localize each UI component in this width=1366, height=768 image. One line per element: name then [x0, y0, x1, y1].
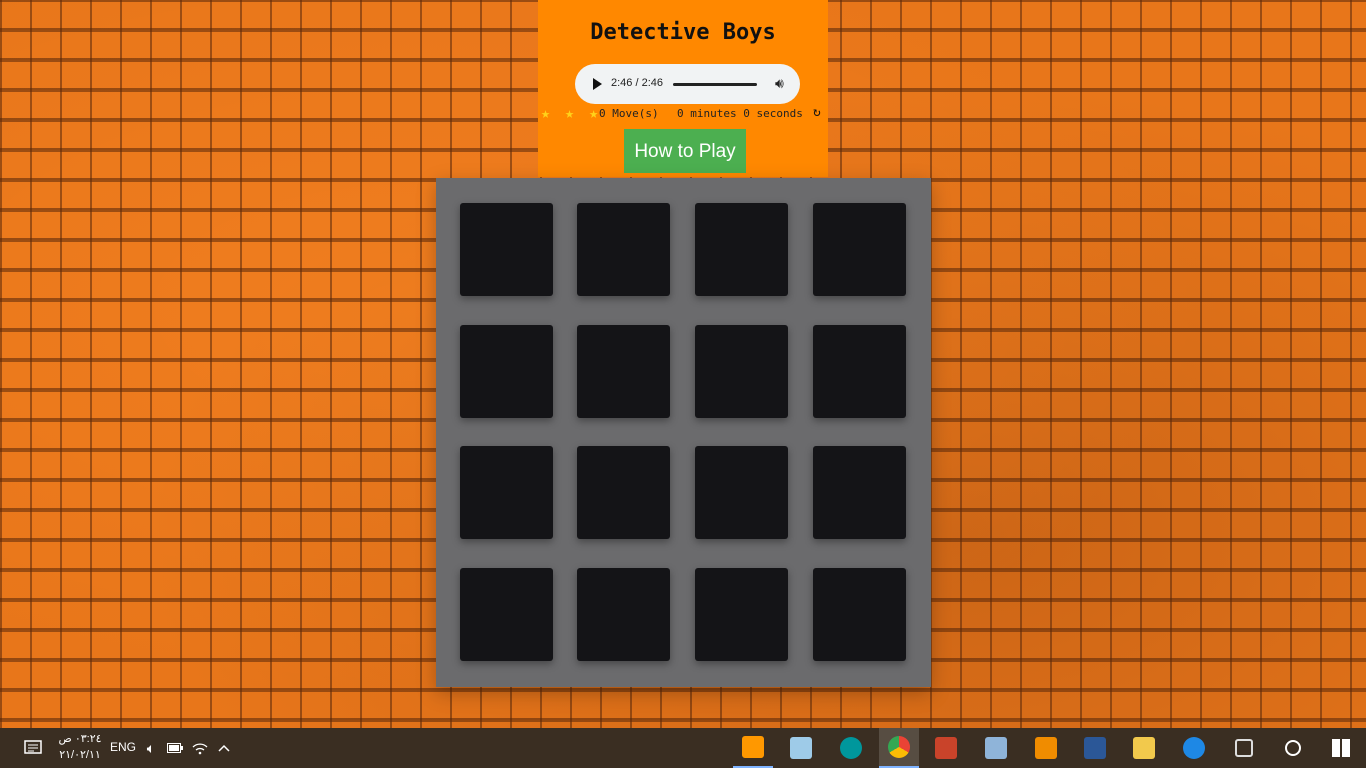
game-timer: 0 minutes 0 seconds	[677, 107, 803, 120]
play-icon[interactable]	[593, 78, 602, 90]
card-board	[436, 178, 931, 687]
memory-card[interactable]	[460, 568, 553, 661]
memory-card[interactable]	[460, 446, 553, 539]
word-icon[interactable]	[1075, 728, 1115, 768]
paint-glyph	[985, 737, 1007, 759]
memory-card[interactable]	[813, 325, 906, 418]
clock-date: ٢١/٠٢/١١	[59, 749, 101, 761]
paint-icon[interactable]	[976, 728, 1016, 768]
star-rating: ★ ★ ★	[541, 104, 602, 122]
move-counter: 0 Move(s)	[599, 107, 659, 120]
vlc-icon[interactable]	[1026, 728, 1066, 768]
restart-icon[interactable]: ↻	[813, 105, 821, 120]
wifi-icon[interactable]	[190, 728, 210, 768]
arduino-glyph	[840, 737, 862, 759]
memory-card[interactable]	[695, 325, 788, 418]
memory-card[interactable]	[695, 568, 788, 661]
memory-card[interactable]	[695, 446, 788, 539]
search-icon[interactable]	[1273, 728, 1313, 768]
arduino-icon[interactable]	[831, 728, 871, 768]
edge-glyph	[1183, 737, 1205, 759]
chrome-glyph	[888, 736, 910, 758]
sublime-text-glyph	[742, 736, 764, 758]
speaker-icon[interactable]	[926, 728, 966, 768]
sublime-text-icon[interactable]	[733, 728, 773, 768]
memory-card[interactable]	[813, 568, 906, 661]
volume-icon[interactable]: 🔊︎	[775, 75, 784, 92]
memory-card[interactable]	[577, 446, 670, 539]
notepad-icon[interactable]	[781, 728, 821, 768]
word-glyph	[1084, 737, 1106, 759]
memory-card[interactable]	[813, 446, 906, 539]
taskbar-clock[interactable]: ٠٣:٢٤ ص ٢١/٠٢/١١	[55, 731, 105, 763]
action-center-icon[interactable]	[18, 728, 48, 768]
chevron-up-icon[interactable]	[214, 728, 234, 768]
memory-card[interactable]	[695, 203, 788, 296]
chrome-icon[interactable]	[879, 728, 919, 768]
audio-time: 2:46 / 2:46	[611, 77, 663, 89]
windows-start-icon[interactable]	[1321, 728, 1361, 768]
battery-icon[interactable]	[165, 728, 185, 768]
game-title: Detective Boys	[590, 20, 776, 45]
snip-icon[interactable]	[1224, 728, 1264, 768]
memory-card[interactable]	[460, 203, 553, 296]
language-indicator[interactable]: ENG	[110, 740, 136, 754]
taskbar: ٠٣:٢٤ ص ٢١/٠٢/١١ ENG 🔈︎	[0, 728, 1366, 768]
search-glyph	[1285, 740, 1301, 756]
memory-card[interactable]	[577, 325, 670, 418]
file-explorer-icon[interactable]	[1124, 728, 1164, 768]
audio-seek-bar[interactable]	[673, 83, 757, 86]
clock-time: ٠٣:٢٤ ص	[58, 733, 102, 745]
memory-card[interactable]	[460, 325, 553, 418]
file-explorer-glyph	[1133, 737, 1155, 759]
how-to-play-button[interactable]: How to Play	[624, 129, 746, 173]
notepad-glyph	[790, 737, 812, 759]
vlc-glyph	[1035, 737, 1057, 759]
memory-card[interactable]	[813, 203, 906, 296]
memory-card[interactable]	[577, 568, 670, 661]
edge-icon[interactable]	[1174, 728, 1214, 768]
score-panel: ★ ★ ★ 0 Move(s) 0 minutes 0 seconds ↻	[538, 104, 828, 122]
memory-card[interactable]	[577, 203, 670, 296]
volume-tray-icon[interactable]: 🔈︎	[140, 728, 162, 768]
windows-start-glyph	[1332, 739, 1350, 757]
game-header: Detective Boys 2:46 / 2:46 🔊︎ ★ ★ ★ 0 Mo…	[538, 0, 828, 177]
speaker-glyph	[935, 737, 957, 759]
snip-glyph	[1235, 739, 1253, 757]
audio-player[interactable]: 2:46 / 2:46 🔊︎	[575, 64, 800, 104]
